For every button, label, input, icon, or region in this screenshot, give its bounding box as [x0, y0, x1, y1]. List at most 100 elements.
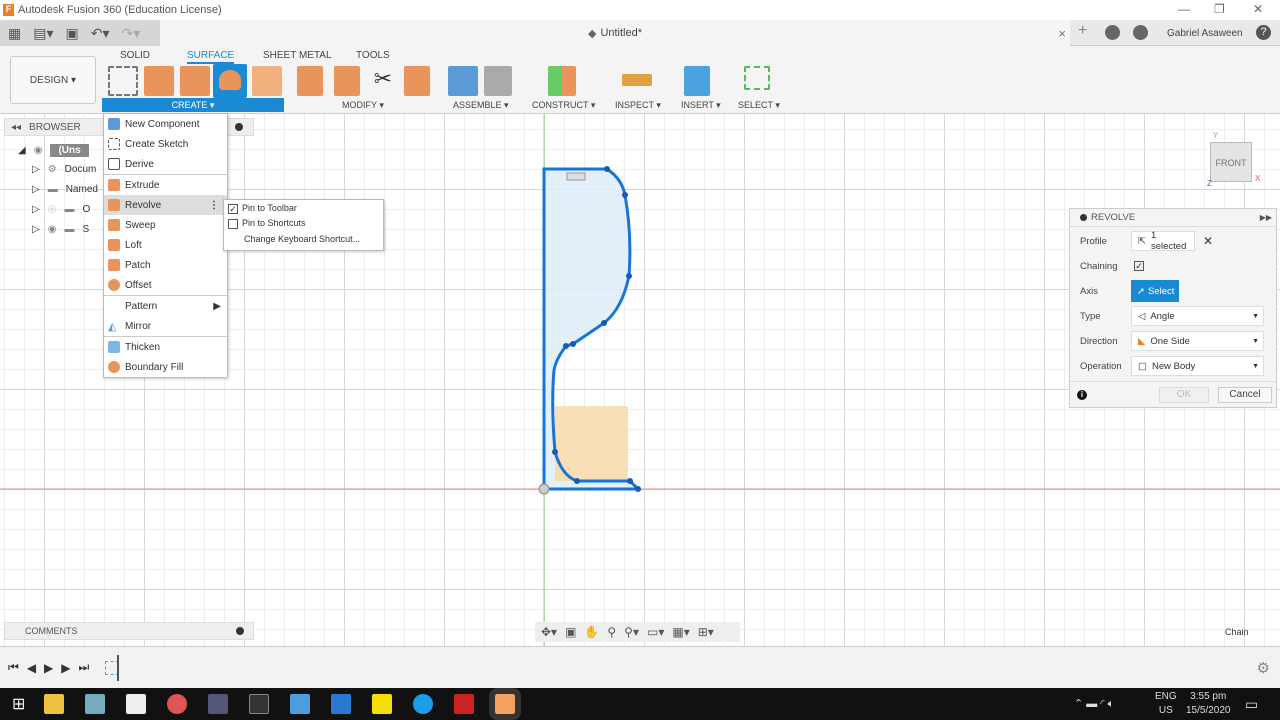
skype-icon[interactable] [412, 694, 433, 714]
assemble-group-button[interactable]: ASSEMBLE ▾ [453, 100, 509, 111]
menu-item-pattern[interactable]: Pattern ▶ [104, 296, 227, 316]
menu-item-derive[interactable]: Derive [104, 154, 227, 174]
select-group-button[interactable]: SELECT ▾ [738, 100, 780, 111]
menu-item-pin-to-shortcuts[interactable]: Pin to Shortcuts [228, 218, 379, 234]
close-tab-icon[interactable]: × [1058, 26, 1066, 41]
checkbox-icon[interactable] [228, 218, 238, 229]
pan-icon[interactable]: ✋ [584, 625, 599, 639]
menu-item-mirror[interactable]: ◭ Mirror [104, 316, 227, 336]
orbit-icon[interactable]: ✥▾ [541, 625, 557, 639]
undo-icon[interactable]: ↶▾ [91, 25, 110, 42]
viewcube[interactable]: FRONT [1210, 142, 1252, 182]
timeline-settings-icon[interactable]: ⚙ [1257, 659, 1270, 677]
grid-settings-icon[interactable]: ▦▾ [672, 625, 689, 639]
cancel-button[interactable]: Cancel [1218, 387, 1272, 403]
measure-tool-icon[interactable] [622, 74, 652, 86]
trim-tool-icon[interactable]: ✂ [368, 66, 398, 96]
eye-icon[interactable]: ◉ [34, 145, 43, 156]
eye-icon[interactable]: ◉ [48, 224, 57, 235]
play-icon[interactable]: ▶ [44, 661, 53, 675]
browser-item-sketches[interactable]: ▷ ◉ ▬ S [32, 224, 89, 235]
revolve-tool-icon[interactable] [213, 64, 247, 98]
save-icon[interactable]: ▣ [66, 25, 79, 42]
menu-item-extrude[interactable]: Extrude [104, 175, 227, 195]
menu-item-thicken[interactable]: Thicken [104, 337, 227, 357]
clear-selection-icon[interactable]: ✕ [1203, 234, 1213, 248]
app-icon[interactable] [84, 694, 105, 714]
expand-icon[interactable]: ◢ [18, 145, 26, 156]
insert-image-icon[interactable] [684, 66, 710, 96]
extensions-icon[interactable] [1105, 25, 1120, 40]
browser-item-document-settings[interactable]: ▷ ⚙ Docum [32, 164, 96, 175]
look-at-icon[interactable]: ▣ [565, 625, 576, 639]
select-tool-icon[interactable] [744, 66, 770, 90]
operation-dropdown[interactable]: ▢ New Body ▼ [1131, 356, 1264, 376]
create-group-button[interactable]: CREATE ▾ [102, 98, 284, 112]
unstitch-tool-icon[interactable] [334, 66, 360, 96]
collapse-browser-icon[interactable]: ◂◂ [11, 122, 21, 133]
menu-item-create-sketch[interactable]: Create Sketch [104, 134, 227, 154]
go-to-start-icon[interactable]: ⏮ [8, 660, 19, 675]
menu-item-pin-to-toolbar[interactable]: ✓ Pin to Toolbar [228, 203, 379, 218]
tab-sheet-metal[interactable]: SHEET METAL [263, 50, 332, 61]
language-indicator[interactable]: ENG US [1155, 690, 1177, 718]
step-back-icon[interactable]: ◀ [27, 661, 36, 675]
fusion-taskbar-icon[interactable] [488, 688, 521, 720]
tab-surface[interactable]: SURFACE [187, 50, 235, 64]
inspect-group-button[interactable]: INSPECT ▾ [615, 100, 661, 111]
tab-solid[interactable]: SOLID [120, 50, 150, 61]
expand-icon[interactable]: ▷ [32, 224, 40, 235]
more-options-icon[interactable]: ⋮ [209, 200, 219, 211]
redo-icon[interactable]: ↷▾ [122, 25, 141, 42]
tab-tools[interactable]: TOOLS [356, 50, 390, 61]
file-explorer-icon[interactable] [43, 694, 64, 714]
zoom-icon[interactable]: ⚲ [607, 625, 616, 639]
notifications-icon[interactable]: ▭ [1245, 696, 1258, 713]
expand-icon[interactable]: ▷ [32, 184, 40, 195]
menu-item-offset[interactable]: Offset [104, 275, 227, 295]
user-name[interactable]: Gabriel Asaween [1167, 28, 1243, 39]
axis-select-button[interactable]: ➚ Select [1131, 280, 1179, 302]
profile-selector[interactable]: ⇱ 1 selected [1131, 230, 1195, 252]
job-status-icon[interactable] [1133, 25, 1148, 40]
menu-item-loft[interactable]: Loft [104, 235, 227, 255]
close-window-button[interactable]: ✕ [1253, 2, 1263, 16]
eye-hidden-icon[interactable]: ◎ [48, 204, 57, 215]
browser-item-root[interactable]: ◢ ◉ (Uns [18, 144, 89, 157]
expand-dialog-icon[interactable]: ▶▶ [1260, 213, 1272, 222]
grid-menu-icon[interactable]: ▦ [8, 25, 21, 42]
add-comment-icon[interactable] [236, 627, 244, 635]
menu-item-change-keyboard-shortcut[interactable]: Change Keyboard Shortcut... [228, 234, 379, 244]
type-dropdown[interactable]: ◁ Angle ▼ [1131, 306, 1264, 326]
app-icon[interactable] [330, 694, 351, 714]
expand-icon[interactable]: ▷ [32, 204, 40, 215]
offset-tool-icon[interactable] [252, 66, 282, 96]
app-icon[interactable] [207, 694, 228, 714]
app-icon[interactable] [166, 694, 187, 714]
timeline-marker[interactable] [117, 654, 120, 681]
revolve-dialog-header[interactable]: REVOLVE ▶▶ [1070, 209, 1276, 227]
comments-panel-header[interactable]: COMMENTS [4, 622, 254, 640]
display-settings-icon[interactable]: ▭▾ [647, 625, 664, 639]
browser-item-origin[interactable]: ▷ ◎ ▬ O [32, 204, 90, 215]
new-tab-icon[interactable]: + [1078, 22, 1087, 40]
help-icon[interactable]: ? [1256, 25, 1271, 40]
checkbox-checked-icon[interactable]: ✓ [228, 203, 238, 214]
viewports-icon[interactable]: ⊞▾ [698, 625, 714, 639]
chaining-checkbox[interactable]: ✓ [1134, 261, 1144, 271]
menu-item-boundary-fill[interactable]: Boundary Fill [104, 357, 227, 377]
patch-tool-icon[interactable] [144, 66, 174, 96]
stitch-tool-icon[interactable] [297, 66, 323, 96]
menu-item-sweep[interactable]: Sweep [104, 215, 227, 235]
fit-icon[interactable]: ⚲▾ [624, 625, 639, 639]
windows-start-icon[interactable]: ⊞ [12, 694, 25, 714]
insert-group-button[interactable]: INSERT ▾ [681, 100, 721, 111]
sticky-notes-icon[interactable] [371, 694, 392, 714]
modify-group-button[interactable]: MODIFY ▾ [342, 100, 384, 111]
joint-tool-icon[interactable] [484, 66, 512, 96]
create-sketch-tool-icon[interactable] [108, 66, 138, 96]
extrude-tool-icon[interactable] [180, 66, 210, 96]
browser-pin-icon[interactable] [235, 123, 243, 131]
clock[interactable]: 3:55 pm 15/5/2020 [1186, 690, 1231, 718]
document-tab[interactable]: ◆ Untitled* × [160, 20, 1070, 46]
